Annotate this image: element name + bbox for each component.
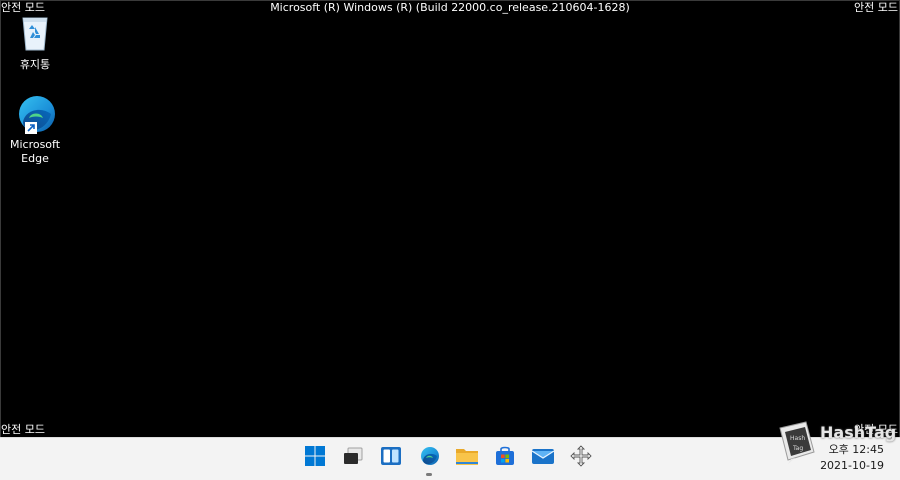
running-indicator: [426, 473, 432, 476]
build-title: Microsoft (R) Windows (R) (Build 22000.c…: [270, 1, 630, 14]
taskbar: 오후 12:45 2021-10-19: [0, 437, 900, 480]
safe-mode-label-bottom-left: 안전 모드: [1, 423, 45, 436]
system-tray-clock[interactable]: 오후 12:45 2021-10-19: [820, 443, 884, 473]
mail-icon: [531, 446, 555, 470]
edge-taskbar-button[interactable]: [415, 444, 443, 476]
move-button[interactable]: [567, 444, 595, 472]
store-icon: [494, 445, 516, 471]
windows-logo-icon: [304, 445, 326, 471]
safe-mode-label-top-right: 안전 모드: [854, 1, 898, 14]
task-view-icon: [342, 445, 364, 471]
recycle-bin-label: 휴지통: [19, 58, 51, 71]
svg-text:Tag: Tag: [792, 445, 803, 452]
hashtag-logo-icon: Hash Tag: [776, 420, 818, 464]
clock-date: 2021-10-19: [820, 459, 884, 472]
desktop-icon-edge[interactable]: Microsoft Edge: [1, 92, 69, 166]
file-explorer-button[interactable]: [453, 444, 481, 472]
clock-time: 오후 12:45: [828, 443, 884, 456]
recycle-bin-icon: [13, 12, 57, 56]
edge-icon: [418, 445, 440, 471]
widgets-icon: [380, 445, 402, 471]
folder-icon: [455, 445, 479, 471]
watermark-text: HashTag: [820, 423, 897, 442]
screen-frame: [0, 0, 900, 480]
edge-icon: [13, 92, 57, 136]
edge-label: Microsoft Edge: [9, 138, 61, 165]
task-view-button[interactable]: [339, 444, 367, 472]
start-button[interactable]: [301, 444, 329, 472]
desktop-icon-recycle-bin[interactable]: 휴지통: [1, 12, 69, 72]
store-button[interactable]: [491, 444, 519, 472]
taskbar-pinned-apps: [301, 444, 595, 476]
widgets-button[interactable]: [377, 444, 405, 472]
mail-button[interactable]: [529, 444, 557, 472]
svg-text:Hash: Hash: [790, 435, 805, 442]
move-arrows-icon: [570, 445, 592, 471]
